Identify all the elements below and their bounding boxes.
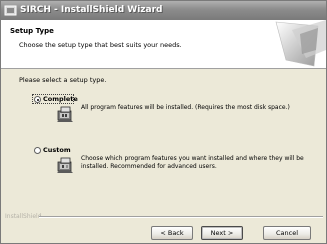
- installshield-brand-label: InstallShield: [5, 213, 42, 220]
- title-bar[interactable]: SIRCH - InstallShield Wizard: [1, 1, 326, 20]
- custom-radio[interactable]: [34, 147, 41, 154]
- installshield-wizard-window: SIRCH - InstallShield Wizard Setup Type …: [0, 0, 327, 244]
- cancel-button[interactable]: Cancel: [263, 226, 311, 240]
- next-button[interactable]: Next >: [201, 226, 243, 240]
- installer-app-icon: [4, 5, 17, 16]
- wizard-header: Setup Type Choose the setup type that be…: [1, 20, 326, 69]
- page-title: Setup Type: [10, 27, 54, 35]
- footer-divider: [39, 216, 323, 218]
- setup-complete-icon: [57, 106, 73, 122]
- custom-label: Custom: [43, 146, 71, 154]
- header-graphic-icon: [275, 20, 326, 67]
- setup-type-prompt: Please select a setup type.: [19, 76, 107, 84]
- complete-description: All program features will be installed. …: [81, 104, 290, 111]
- complete-label: Complete: [43, 95, 78, 103]
- window-title: SIRCH - InstallShield Wizard: [20, 5, 163, 15]
- setup-custom-icon: [57, 157, 73, 173]
- back-button[interactable]: < Back: [151, 226, 193, 240]
- custom-description: Choose which program features you want i…: [81, 155, 304, 170]
- page-subtitle: Choose the setup type that best suits yo…: [19, 41, 182, 49]
